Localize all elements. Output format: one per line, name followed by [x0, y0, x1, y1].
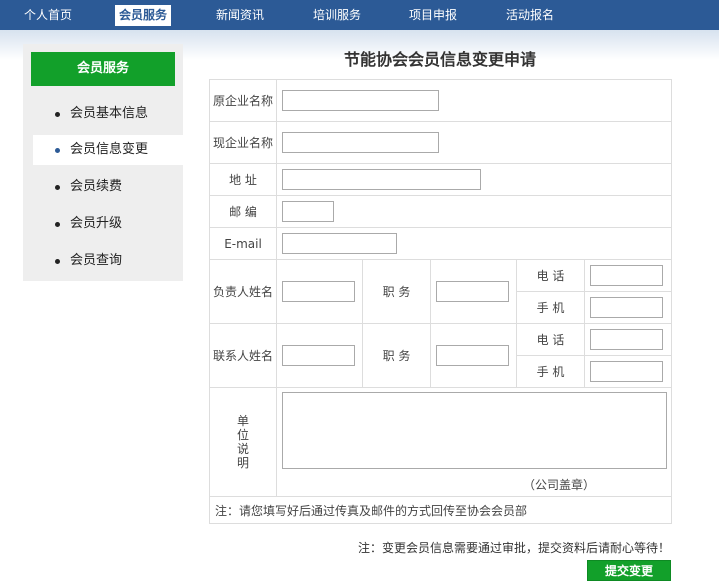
nav-item-member-service[interactable]: 会员服务 — [115, 5, 172, 26]
principal-name-input[interactable] — [282, 281, 355, 302]
principal-phone-label: 电 话 — [516, 259, 585, 292]
sidebar-title: 会员服务 — [31, 52, 175, 86]
page-title: 节能协会会员信息变更申请 — [343, 50, 536, 69]
contact-phone-input[interactable] — [590, 329, 663, 350]
fax-note: 注：请您填写好后通过传真及邮件的方式回传至协会会员部 — [208, 496, 673, 524]
contact-mobile-input[interactable] — [590, 361, 663, 382]
old-name-input[interactable] — [282, 90, 439, 111]
nav-item-home[interactable]: 个人首页 — [20, 5, 76, 26]
principal-mobile-input[interactable] — [590, 297, 663, 318]
address-input[interactable] — [282, 169, 481, 190]
sidebar-item-info-change[interactable]: 会员信息变更 — [33, 135, 183, 165]
sidebar-item-upgrade[interactable]: 会员升级 — [33, 209, 183, 239]
seal-note: （公司盖章） — [523, 477, 596, 492]
new-name-input[interactable] — [282, 132, 439, 153]
contact-label: 联系人姓名 — [209, 323, 277, 388]
principal-phone-input[interactable] — [590, 265, 663, 286]
new-name-label: 现企业名称 — [209, 121, 277, 164]
description-textarea[interactable] — [282, 391, 667, 469]
contact-position-input[interactable] — [436, 345, 509, 366]
contact-position-label: 职 务 — [362, 323, 431, 388]
change-form: 原企业名称 现企业名称 地 址 邮 编 E-mail 负责人姓名 职 务 电 话… — [208, 79, 673, 524]
description-label: 单位说明 — [209, 387, 277, 497]
contact-mobile-label: 手 机 — [516, 355, 585, 388]
principal-position-input[interactable] — [436, 281, 509, 302]
email-input[interactable] — [282, 233, 397, 254]
principal-label: 负责人姓名 — [209, 259, 277, 324]
nav-item-events[interactable]: 活动报名 — [502, 5, 558, 26]
principal-position-label: 职 务 — [362, 259, 431, 324]
contact-name-input[interactable] — [282, 345, 355, 366]
sidebar: 会员服务 会员基本信息 会员信息变更 会员续费 会员升级 会员查询 — [23, 44, 183, 281]
old-name-label: 原企业名称 — [209, 79, 277, 122]
sidebar-item-renewal[interactable]: 会员续费 — [33, 172, 183, 202]
address-label: 地 址 — [209, 163, 277, 196]
postcode-input[interactable] — [282, 201, 334, 222]
top-nav: 个人首页 会员服务 新闻资讯 培训服务 项目申报 活动报名 — [0, 0, 719, 30]
nav-item-news[interactable]: 新闻资讯 — [212, 5, 268, 26]
nav-item-projects[interactable]: 项目申报 — [405, 5, 461, 26]
nav-item-training[interactable]: 培训服务 — [309, 5, 365, 26]
submit-change-button[interactable]: 提交变更 — [587, 560, 671, 581]
approval-note: 注：变更会员信息需要通过审批，提交资料后请耐心等待！ — [357, 541, 670, 555]
contact-phone-label: 电 话 — [516, 323, 585, 356]
sidebar-item-basic-info[interactable]: 会员基本信息 — [33, 99, 183, 129]
email-label: E-mail — [209, 227, 277, 260]
sidebar-item-query[interactable]: 会员查询 — [33, 246, 183, 276]
postcode-label: 邮 编 — [209, 195, 277, 228]
principal-mobile-label: 手 机 — [516, 291, 585, 324]
